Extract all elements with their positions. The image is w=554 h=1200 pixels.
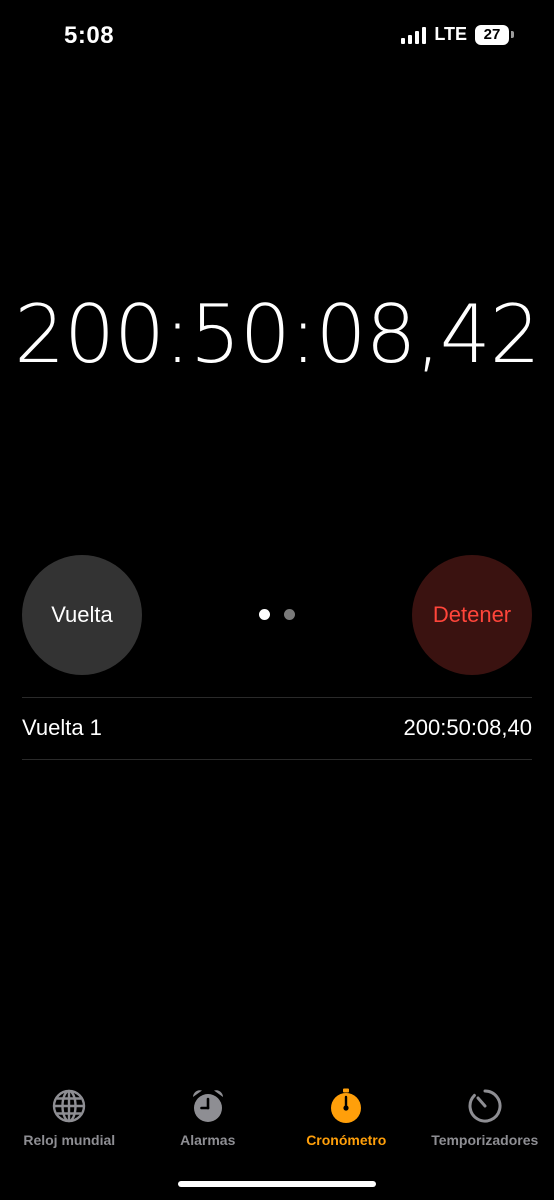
- battery-level: 27: [483, 26, 501, 43]
- cellular-signal-icon: [401, 26, 427, 44]
- tab-world-clock[interactable]: Reloj mundial: [0, 1086, 139, 1148]
- tab-bar: Reloj mundial Alarmas Cronómetro Tempori…: [0, 1086, 554, 1148]
- tab-alarms-label: Alarmas: [180, 1132, 236, 1148]
- stop-button[interactable]: Detener: [412, 555, 532, 675]
- tab-timers-label: Temporizadores: [431, 1132, 539, 1148]
- tab-stopwatch[interactable]: Cronómetro: [277, 1086, 416, 1148]
- lap-button[interactable]: Vuelta: [22, 555, 142, 675]
- home-indicator[interactable]: [178, 1181, 376, 1187]
- lap-row: Vuelta 1 200:50:08,40: [22, 698, 532, 758]
- alarm-clock-icon: [188, 1086, 228, 1126]
- network-type: LTE: [434, 24, 467, 44]
- lap-row-divider: [22, 759, 532, 760]
- lap-time: 200:50:08,40: [403, 715, 532, 740]
- timer-icon: [465, 1086, 505, 1126]
- page-dot-1[interactable]: [259, 609, 270, 620]
- page-dot-2[interactable]: [284, 609, 295, 620]
- tab-world-clock-label: Reloj mundial: [23, 1132, 116, 1148]
- status-time: 5:08: [64, 22, 115, 49]
- lap-label: Vuelta 1: [22, 715, 102, 740]
- battery-icon: 27: [475, 24, 509, 45]
- stopwatch-screen: 5:08 LTE 27 200:50:08,42 Vuelta Detener …: [0, 0, 554, 1200]
- tab-alarms[interactable]: Alarmas: [139, 1086, 278, 1148]
- globe-icon: [49, 1086, 89, 1126]
- stop-button-label: Detener: [432, 602, 512, 627]
- stopwatch-icon: [326, 1086, 366, 1126]
- status-indicators: LTE 27: [401, 24, 514, 45]
- tab-timers[interactable]: Temporizadores: [416, 1086, 554, 1148]
- lap-button-label: Vuelta: [51, 602, 113, 627]
- tab-stopwatch-label: Cronómetro: [306, 1132, 387, 1148]
- page-indicator[interactable]: [259, 609, 295, 620]
- battery-nub: [511, 31, 514, 38]
- elapsed-time: 200:50:08,42: [14, 288, 540, 381]
